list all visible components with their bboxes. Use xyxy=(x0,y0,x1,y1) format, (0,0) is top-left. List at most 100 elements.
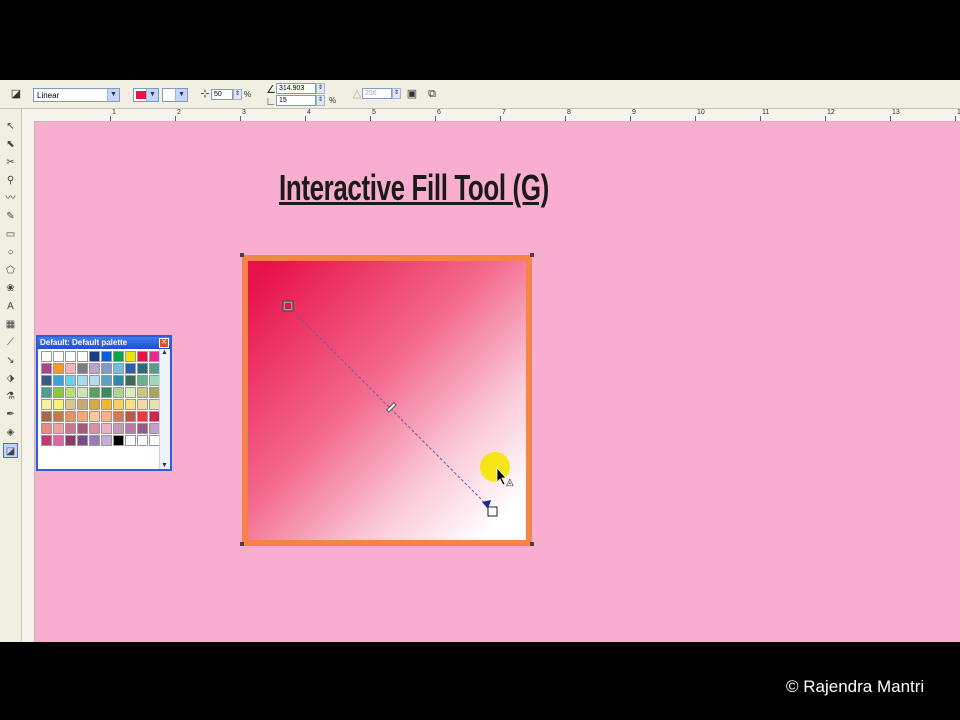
palette-swatch[interactable] xyxy=(125,375,136,386)
fill-type-dropdown[interactable]: Linear ▼ xyxy=(33,88,120,102)
palette-swatch[interactable] xyxy=(113,363,124,374)
palette-swatch[interactable] xyxy=(41,399,52,410)
angle-input[interactable]: 314.903 xyxy=(276,83,316,94)
connector-tool-icon[interactable]: ↘ xyxy=(3,353,18,368)
basic-shapes-tool-icon[interactable]: ❀ xyxy=(3,281,18,296)
palette-swatch[interactable] xyxy=(53,387,64,398)
outline-tool-icon[interactable]: ✒ xyxy=(3,407,18,422)
palette-swatch[interactable] xyxy=(41,375,52,386)
palette-swatch[interactable] xyxy=(137,387,148,398)
to-color-picker[interactable]: ▼ xyxy=(162,88,188,102)
palette-swatch[interactable] xyxy=(101,375,112,386)
palette-swatch[interactable] xyxy=(137,435,148,446)
palette-swatch[interactable] xyxy=(137,411,148,422)
zoom-tool-icon[interactable]: ⚲ xyxy=(3,173,18,188)
edge-pad-spinner[interactable]: ⇕ xyxy=(316,95,325,106)
steps-spinner[interactable]: ⇕ xyxy=(392,88,401,99)
midpoint-input[interactable]: 50 xyxy=(211,89,233,100)
interactive-fill-icon[interactable]: ◪ xyxy=(8,86,24,102)
palette-swatch[interactable] xyxy=(77,423,88,434)
midpoint-spinner[interactable]: ⇕ xyxy=(233,89,242,100)
palette-swatch[interactable] xyxy=(89,411,100,422)
palette-swatch[interactable] xyxy=(125,435,136,446)
palette-swatch[interactable] xyxy=(65,399,76,410)
chevron-down-icon[interactable]: ▼ xyxy=(161,462,168,469)
palette-swatch[interactable] xyxy=(41,423,52,434)
palette-swatch[interactable] xyxy=(113,435,124,446)
palette-swatch[interactable] xyxy=(77,375,88,386)
crop-tool-icon[interactable]: ✂ xyxy=(3,155,18,170)
palette-swatch[interactable] xyxy=(65,435,76,446)
fill-end-handle[interactable] xyxy=(487,506,498,517)
palette-swatch[interactable] xyxy=(89,363,100,374)
palette-swatch[interactable] xyxy=(89,387,100,398)
palette-swatch[interactable] xyxy=(41,351,52,362)
smart-fill-tool-icon[interactable]: ✎ xyxy=(3,209,18,224)
palette-swatch[interactable] xyxy=(41,411,52,422)
shape-tool-icon[interactable]: ⬉ xyxy=(3,137,18,152)
palette-swatch[interactable] xyxy=(125,351,136,362)
palette-swatch[interactable] xyxy=(89,351,100,362)
palette-scrollbar[interactable]: ▲ ▼ xyxy=(159,349,170,469)
from-color-picker[interactable]: ▼ xyxy=(133,88,159,102)
copy-fill-icon[interactable]: ⧉ xyxy=(424,86,440,102)
palette-swatch[interactable] xyxy=(125,399,136,410)
palette-swatch[interactable] xyxy=(65,423,76,434)
palette-swatch[interactable] xyxy=(101,435,112,446)
palette-swatch[interactable] xyxy=(77,351,88,362)
palette-swatch[interactable] xyxy=(137,375,148,386)
palette-swatch[interactable] xyxy=(53,435,64,446)
palette-swatch[interactable] xyxy=(53,411,64,422)
horizontal-ruler[interactable]: 123456789101112131415 xyxy=(36,109,960,122)
angle-spinner[interactable]: ⇕ xyxy=(316,83,325,94)
palette-swatch[interactable] xyxy=(77,387,88,398)
palette-swatch[interactable] xyxy=(65,411,76,422)
palette-swatch[interactable] xyxy=(101,399,112,410)
steps-input[interactable]: 256 xyxy=(362,88,392,99)
palette-swatch[interactable] xyxy=(53,399,64,410)
close-icon[interactable]: ✕ xyxy=(159,338,169,348)
text-tool-icon[interactable]: A xyxy=(3,299,18,314)
palette-swatch[interactable] xyxy=(89,423,100,434)
palette-swatch[interactable] xyxy=(77,435,88,446)
palette-swatch[interactable] xyxy=(77,399,88,410)
palette-swatch[interactable] xyxy=(113,411,124,422)
ellipse-tool-icon[interactable]: ○ xyxy=(3,245,18,260)
palette-swatch[interactable] xyxy=(125,363,136,374)
palette-swatch[interactable] xyxy=(137,423,148,434)
palette-swatch[interactable] xyxy=(113,375,124,386)
palette-swatch[interactable] xyxy=(101,411,112,422)
palette-swatch[interactable] xyxy=(137,363,148,374)
drawing-canvas[interactable]: Interactive Fill Tool (G) ◬ xyxy=(35,122,960,642)
vertical-ruler[interactable] xyxy=(22,121,35,642)
palette-swatch[interactable] xyxy=(53,423,64,434)
palette-swatch[interactable] xyxy=(89,435,100,446)
palette-swatch[interactable] xyxy=(89,375,100,386)
palette-swatch[interactable] xyxy=(113,387,124,398)
palette-swatch[interactable] xyxy=(125,423,136,434)
palette-swatch[interactable] xyxy=(101,387,112,398)
edge-pad-input[interactable]: 15 xyxy=(276,95,316,106)
palette-swatch[interactable] xyxy=(113,423,124,434)
palette-swatch[interactable] xyxy=(101,351,112,362)
palette-swatch[interactable] xyxy=(65,363,76,374)
pick-tool-icon[interactable]: ↖ xyxy=(3,119,18,134)
eyedropper-tool-icon[interactable]: ⚗ xyxy=(3,389,18,404)
palette-swatch[interactable] xyxy=(113,399,124,410)
default-palette-window[interactable]: Default: Default palette ✕ ▲ ▼ xyxy=(36,335,172,471)
palette-swatch[interactable] xyxy=(77,363,88,374)
lock-steps-icon[interactable]: ▣ xyxy=(404,86,420,102)
palette-swatch[interactable] xyxy=(65,375,76,386)
palette-swatch[interactable] xyxy=(53,351,64,362)
palette-swatch[interactable] xyxy=(41,435,52,446)
palette-swatch[interactable] xyxy=(137,351,148,362)
palette-swatch[interactable] xyxy=(101,423,112,434)
palette-swatch[interactable] xyxy=(113,351,124,362)
palette-swatch[interactable] xyxy=(125,387,136,398)
palette-swatch[interactable] xyxy=(125,411,136,422)
palette-swatch[interactable] xyxy=(65,387,76,398)
palette-swatch[interactable] xyxy=(53,375,64,386)
palette-swatch[interactable] xyxy=(41,387,52,398)
chevron-up-icon[interactable]: ▲ xyxy=(161,349,168,356)
interactive-fill-tool-icon[interactable]: ◪ xyxy=(3,443,18,458)
